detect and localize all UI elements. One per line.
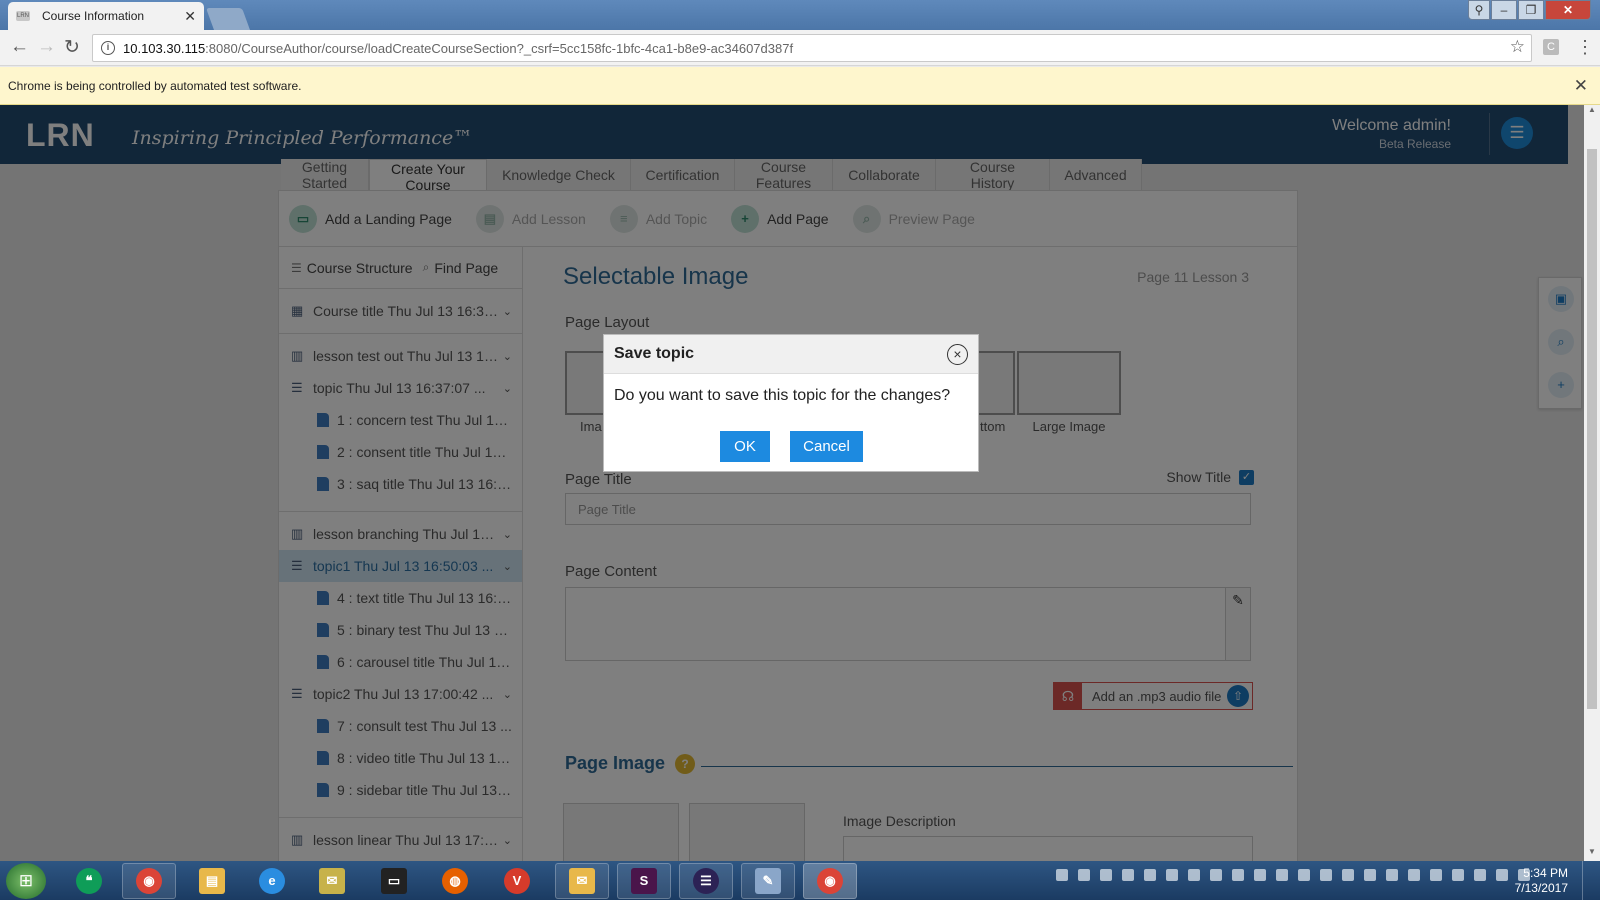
clock-date: 7/13/2017: [1514, 881, 1568, 895]
tray-icon[interactable]: [1386, 869, 1398, 881]
automation-infobar: Chrome is being controlled by automated …: [0, 67, 1600, 105]
ok-button[interactable]: OK: [720, 431, 770, 462]
tray-icon[interactable]: [1122, 869, 1134, 881]
dialog-title: Save topic: [614, 345, 695, 362]
address-bar[interactable]: i 10.103.30.115:8080/CourseAuthor/course…: [92, 34, 1532, 62]
infobar-close-icon[interactable]: ✕: [1574, 76, 1588, 96]
page-scrollbar[interactable]: ▲ ▼: [1584, 105, 1600, 861]
firefox-taskbar-icon[interactable]: ◍: [428, 863, 482, 899]
save-topic-dialog: Save topic × Do you want to save this to…: [603, 334, 979, 472]
dialog-message: Do you want to save this topic for the c…: [614, 387, 951, 404]
taskbar-clock[interactable]: 5:34 PM 7/13/2017: [1510, 866, 1568, 896]
modal-backdrop: [0, 105, 1584, 861]
browser-toolbar: ← → ↻ i 10.103.30.115:8080/CourseAuthor/…: [0, 30, 1600, 66]
show-desktop-button[interactable]: [1582, 861, 1600, 900]
tray-icon[interactable]: [1166, 869, 1178, 881]
url-path: :8080/CourseAuthor/course/loadCreateCour…: [205, 40, 794, 56]
tray-icon[interactable]: [1254, 869, 1266, 881]
dialog-header: Save topic ×: [604, 335, 978, 374]
tray-icon[interactable]: [1210, 869, 1222, 881]
vivaldi-taskbar-icon[interactable]: V: [490, 863, 544, 899]
profile-icon[interactable]: ⚲: [1468, 0, 1490, 20]
tray-icon[interactable]: [1100, 869, 1112, 881]
scroll-down-arrow-icon[interactable]: ▼: [1584, 847, 1600, 861]
close-icon[interactable]: ×: [947, 344, 968, 365]
tab-close-icon[interactable]: ✕: [184, 8, 196, 25]
windows-taskbar: ⊞ ❝ ◉ ▤ e ✉ ▭ ◍ V ✉ S ☰ ✎ ◉ 5:34 PM 7/13…: [0, 861, 1600, 900]
eclipse-taskbar-icon[interactable]: ☰: [679, 863, 733, 899]
browser-menu-icon[interactable]: ⋮: [1576, 37, 1594, 58]
bookmark-star-icon[interactable]: ☆: [1510, 37, 1525, 57]
tray-icon[interactable]: [1298, 869, 1310, 881]
bag-taskbar-icon[interactable]: ✉: [305, 863, 359, 899]
infobar-text: Chrome is being controlled by automated …: [8, 79, 302, 93]
tray-icon[interactable]: [1408, 869, 1420, 881]
maximize-button[interactable]: ❐: [1518, 0, 1544, 20]
lrn-favicon-icon: LRN: [16, 11, 30, 21]
tray-icon[interactable]: [1342, 869, 1354, 881]
tray-icon[interactable]: [1474, 869, 1486, 881]
clock-time: 5:34 PM: [1523, 866, 1568, 880]
forward-arrow-icon[interactable]: →: [37, 36, 56, 58]
ie-taskbar-icon[interactable]: e: [245, 863, 299, 899]
terminal-taskbar-icon[interactable]: ▭: [367, 863, 421, 899]
tray-icon[interactable]: [1496, 869, 1508, 881]
new-tab-button[interactable]: [205, 8, 251, 30]
outlook-taskbar-icon[interactable]: ✉: [555, 863, 609, 899]
reload-icon[interactable]: ↻: [64, 36, 80, 59]
hangouts-taskbar-icon[interactable]: ❝: [62, 863, 116, 899]
scroll-up-arrow-icon[interactable]: ▲: [1584, 105, 1600, 119]
tray-icon[interactable]: [1232, 869, 1244, 881]
extension-icon[interactable]: C: [1543, 39, 1559, 55]
cancel-button[interactable]: Cancel: [790, 431, 863, 462]
minimize-button[interactable]: –: [1491, 0, 1517, 20]
window-titlebar: LRN Course Information ✕ ⚲ – ❐ ✕: [0, 0, 1600, 30]
url-host: 10.103.30.115: [123, 40, 206, 56]
window-close-button[interactable]: ✕: [1545, 0, 1591, 20]
explorer-taskbar-icon[interactable]: ▤: [185, 863, 239, 899]
notepad-taskbar-icon[interactable]: ✎: [741, 863, 795, 899]
tray-icon[interactable]: [1078, 869, 1090, 881]
tray-icon[interactable]: [1452, 869, 1464, 881]
tab-title: Course Information: [42, 9, 145, 23]
tray-icon[interactable]: [1320, 869, 1332, 881]
back-arrow-icon[interactable]: ←: [10, 36, 29, 58]
tray-icon[interactable]: [1144, 869, 1156, 881]
tray-icon[interactable]: [1056, 869, 1068, 881]
browser-tab[interactable]: LRN Course Information ✕: [8, 2, 204, 30]
slack-taskbar-icon[interactable]: S: [617, 863, 671, 899]
system-tray: [1056, 869, 1540, 881]
tray-icon[interactable]: [1364, 869, 1376, 881]
tray-icon[interactable]: [1430, 869, 1442, 881]
info-icon[interactable]: i: [101, 41, 115, 55]
scroll-thumb[interactable]: [1587, 149, 1597, 709]
tray-icon[interactable]: [1188, 869, 1200, 881]
chrome-active-taskbar-icon[interactable]: ◉: [803, 863, 857, 899]
tray-icon[interactable]: [1276, 869, 1288, 881]
start-button[interactable]: ⊞: [6, 863, 46, 899]
chrome-taskbar-icon[interactable]: ◉: [122, 863, 176, 899]
